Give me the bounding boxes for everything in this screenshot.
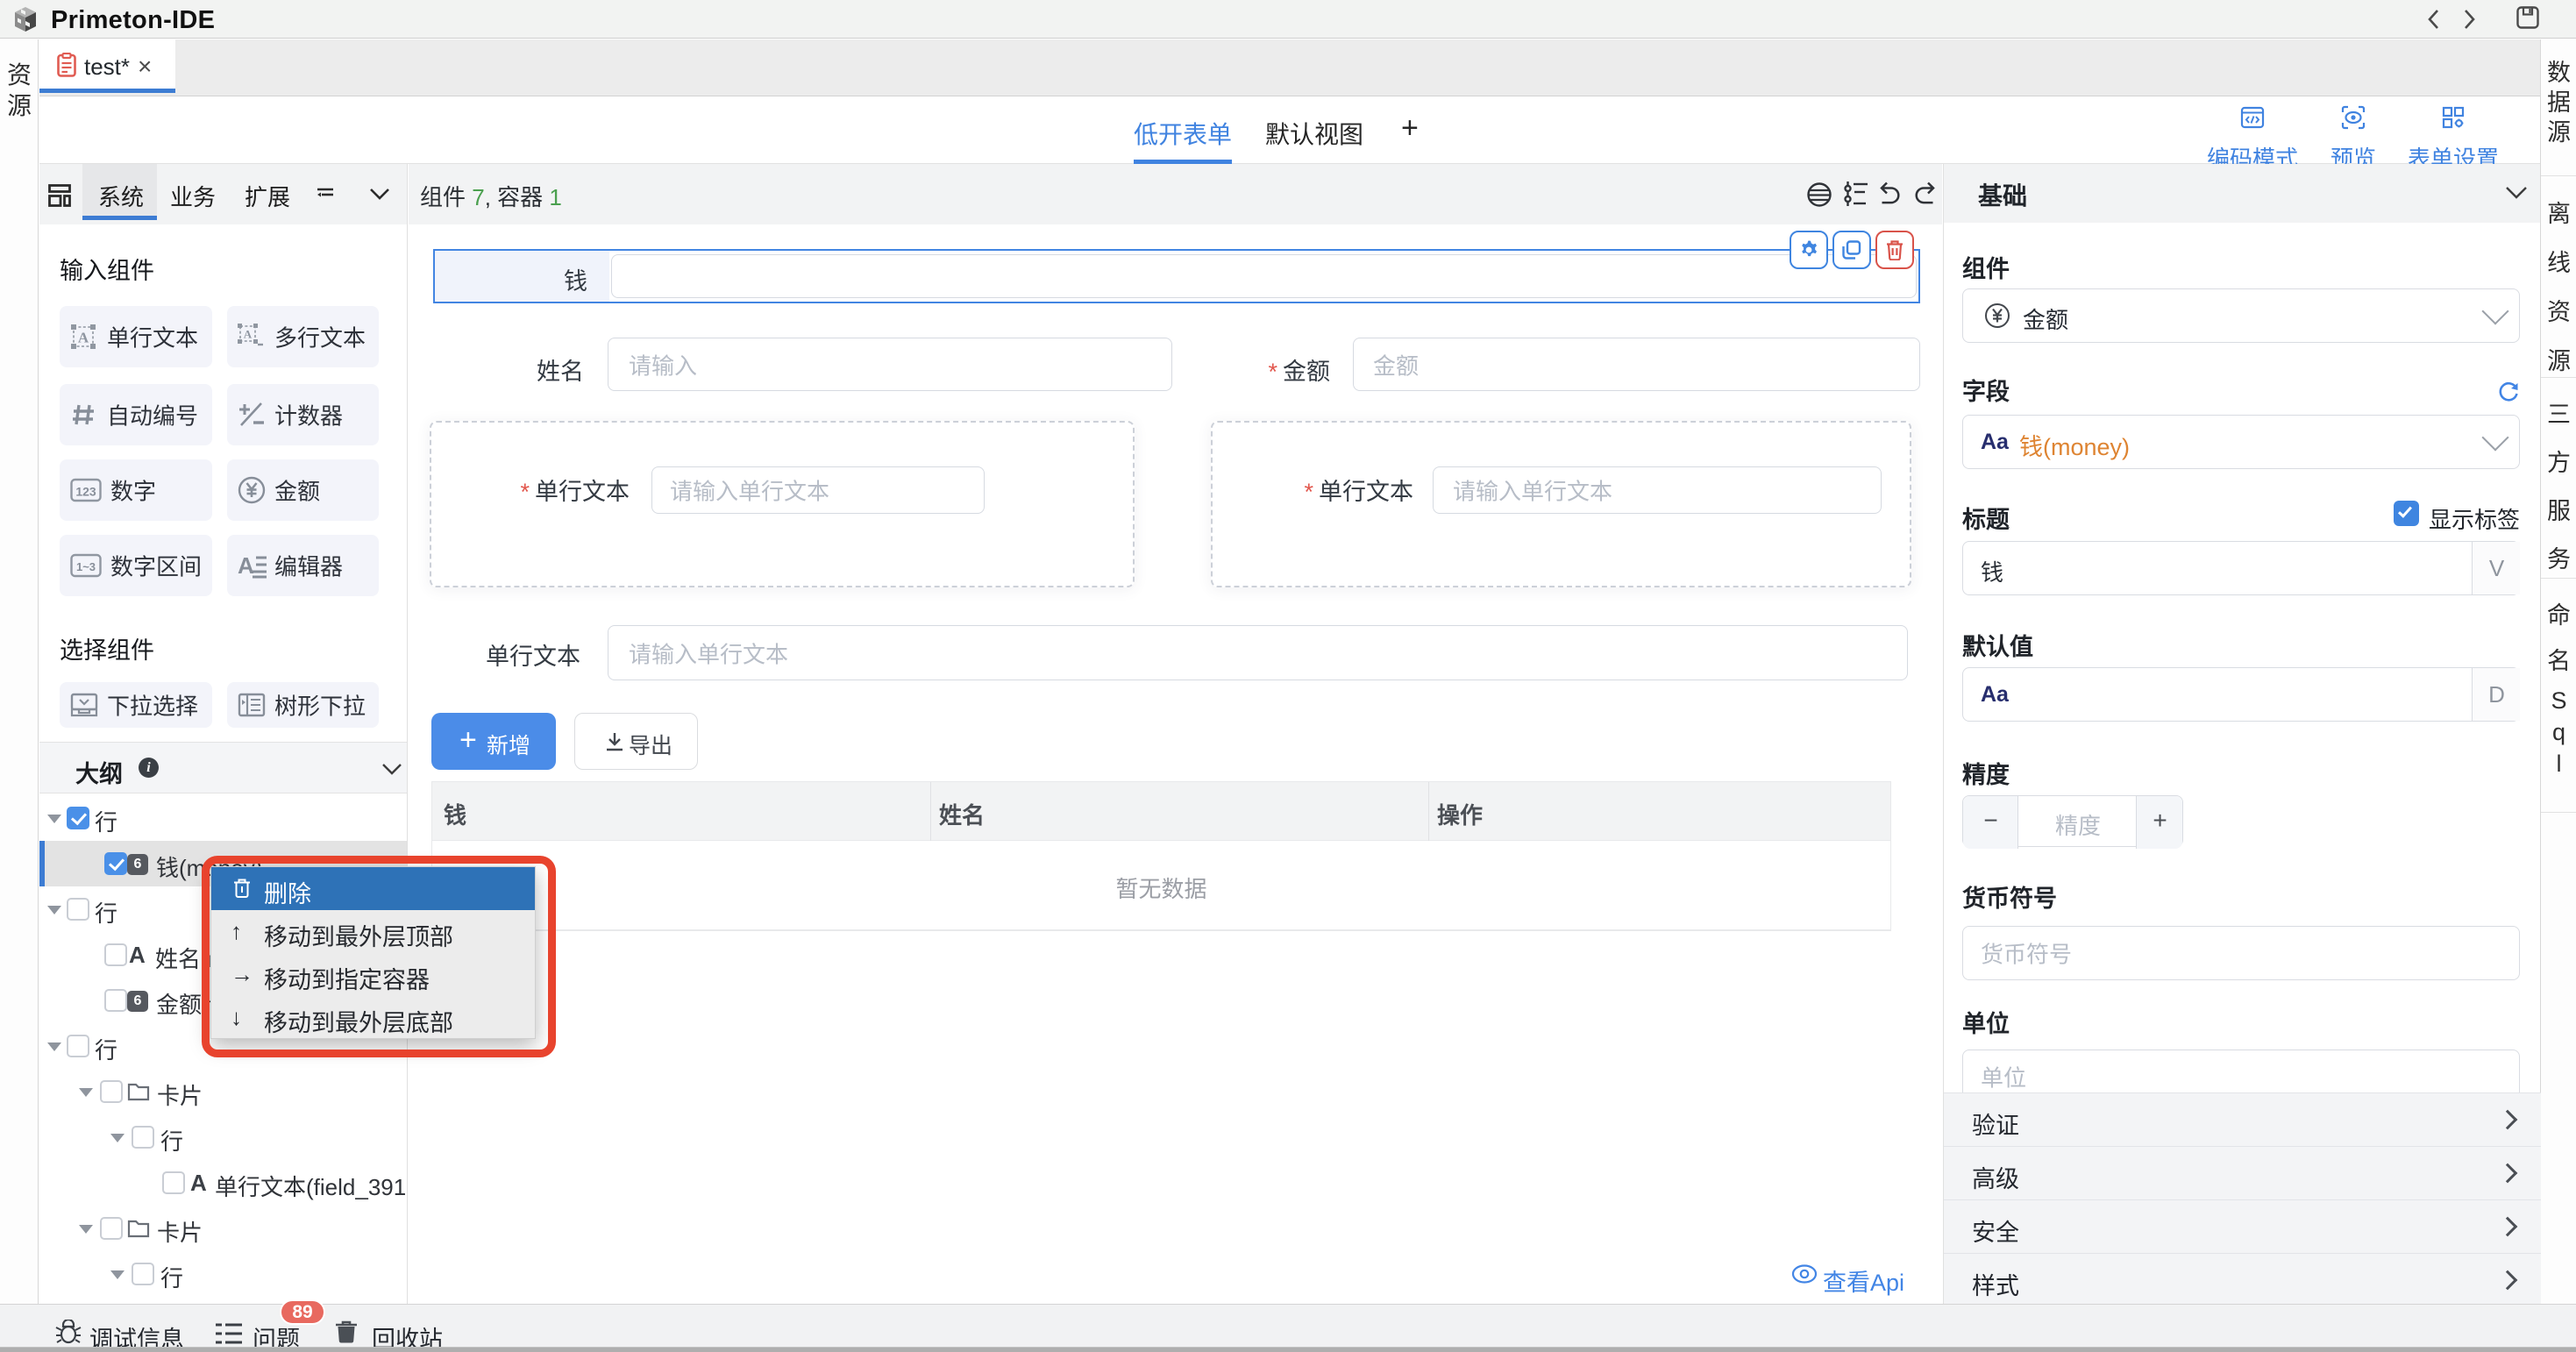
svg-text:A: A (244, 328, 253, 341)
svg-text:A: A (78, 330, 89, 346)
svg-text:123: 123 (75, 485, 96, 499)
svg-text:A: A (238, 552, 254, 579)
svg-text:1~3: 1~3 (76, 560, 96, 573)
